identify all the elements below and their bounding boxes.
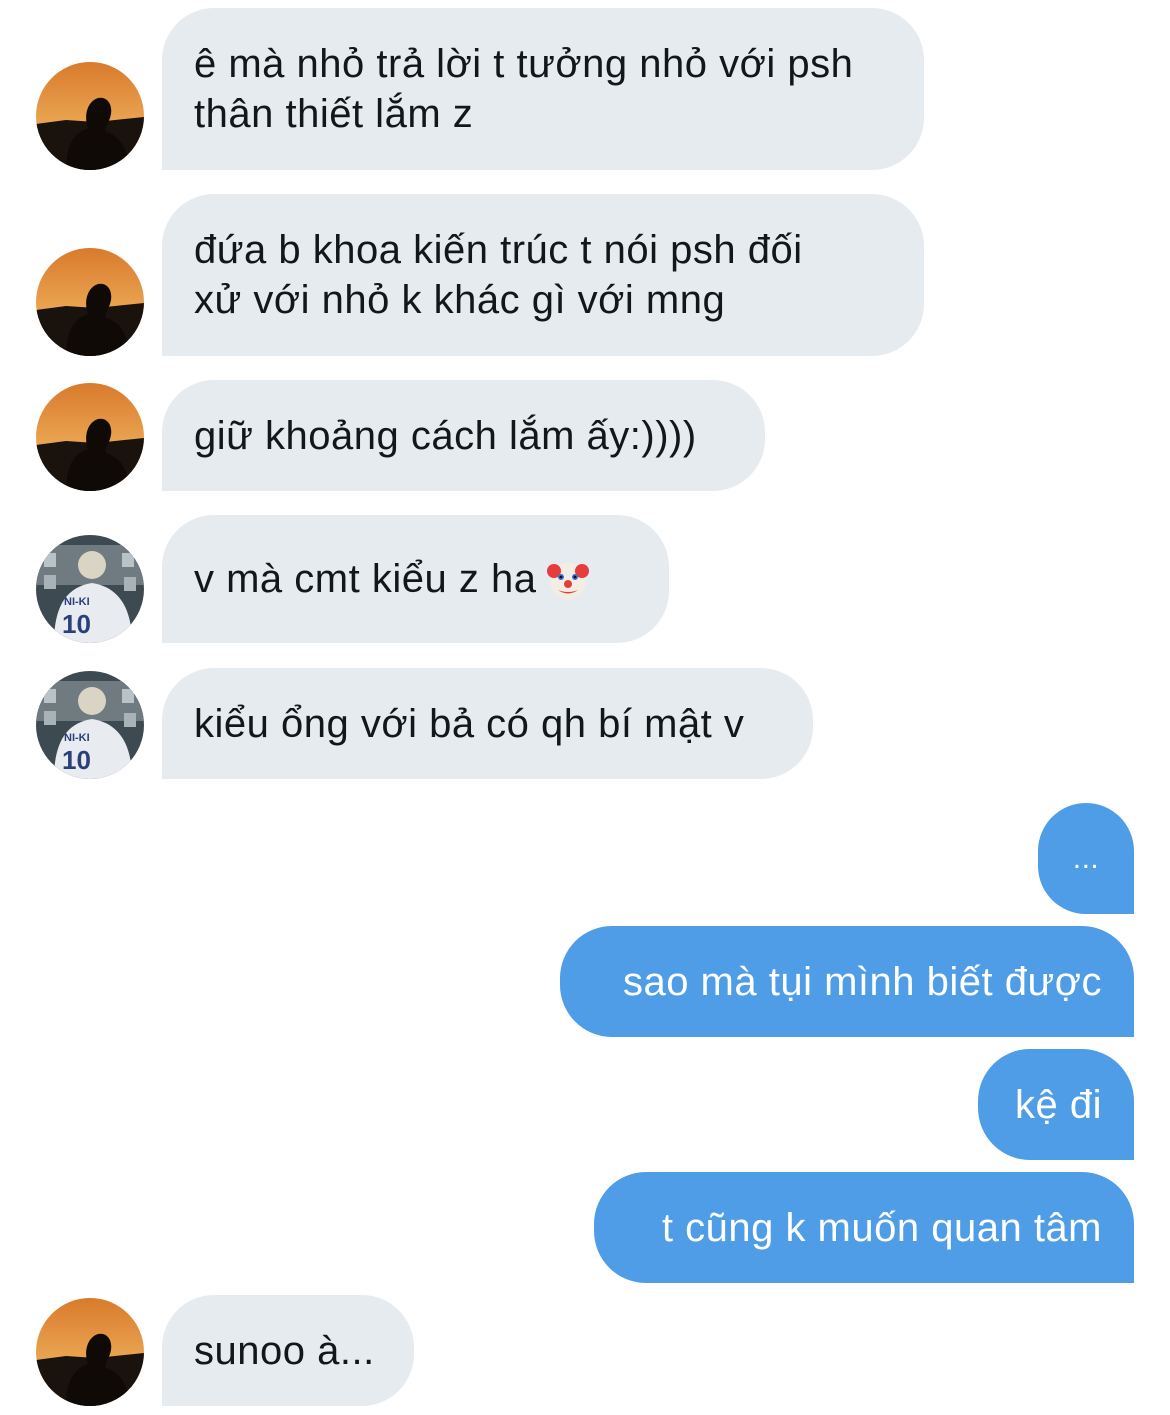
jersey-number: 10	[62, 609, 91, 639]
sunset-avatar-image	[36, 383, 144, 491]
message-text: ...	[1072, 841, 1100, 875]
sender-avatar[interactable]	[36, 1298, 144, 1406]
sender-avatar[interactable]: NI-KI 10	[36, 535, 144, 643]
jersey-avatar-image: NI-KI 10	[36, 671, 144, 779]
message-bubble[interactable]: kiểu ổng với bả có qh bí mật v	[162, 668, 813, 779]
jersey-name: NI-KI	[64, 732, 90, 744]
message-text: đứa b khoa kiến trúc t nói psh đối	[194, 228, 803, 272]
message-text: sao mà tụi mình biết được	[622, 959, 1102, 1004]
message-text: kệ đi	[1015, 1082, 1102, 1127]
sender-avatar[interactable]	[36, 383, 144, 491]
sunset-avatar-image	[36, 248, 144, 356]
jersey-number: 10	[62, 745, 91, 775]
message-text: t cũng k muốn quan tâm	[661, 1205, 1102, 1250]
message-bubble[interactable]: sunoo à...	[162, 1295, 414, 1406]
message-bubble[interactable]: v mà cmt kiểu z ha	[162, 515, 669, 643]
message-bubble-outgoing[interactable]: t cũng k muốn quan tâm	[594, 1172, 1134, 1283]
message-bubble[interactable]: đứa b khoa kiến trúc t nói psh đối xử vớ…	[162, 194, 924, 356]
jersey-avatar-image: NI-KI 10	[36, 535, 144, 643]
message-bubble-outgoing[interactable]: kệ đi	[978, 1049, 1134, 1160]
message-text: thân thiết lắm z	[194, 92, 474, 136]
sunset-avatar-image	[36, 62, 144, 170]
message-bubble-outgoing[interactable]: ...	[1038, 803, 1134, 914]
sunset-avatar-image	[36, 1298, 144, 1406]
sender-avatar[interactable]	[36, 248, 144, 356]
message-text: v mà cmt kiểu z ha	[194, 557, 537, 601]
jersey-name: NI-KI	[64, 596, 90, 608]
message-bubble-outgoing[interactable]: sao mà tụi mình biết được	[560, 926, 1134, 1037]
sender-avatar[interactable]	[36, 62, 144, 170]
chat-thread: ê mà nhỏ trả lời t tưởng nhỏ với psh thâ…	[0, 0, 1170, 1415]
message-text: giữ khoảng cách lắm ấy:))))	[194, 413, 697, 458]
sender-avatar[interactable]: NI-KI 10	[36, 671, 144, 779]
message-text: kiểu ổng với bả có qh bí mật v	[194, 701, 745, 746]
message-bubble[interactable]: ê mà nhỏ trả lời t tưởng nhỏ với psh thâ…	[162, 8, 924, 170]
clown-face-icon	[546, 557, 590, 601]
message-text: sunoo à...	[194, 1328, 375, 1373]
message-text: ê mà nhỏ trả lời t tưởng nhỏ với psh	[194, 42, 854, 86]
message-bubble[interactable]: giữ khoảng cách lắm ấy:))))	[162, 380, 765, 491]
message-text: xử với nhỏ k khác gì với mng	[194, 278, 726, 322]
